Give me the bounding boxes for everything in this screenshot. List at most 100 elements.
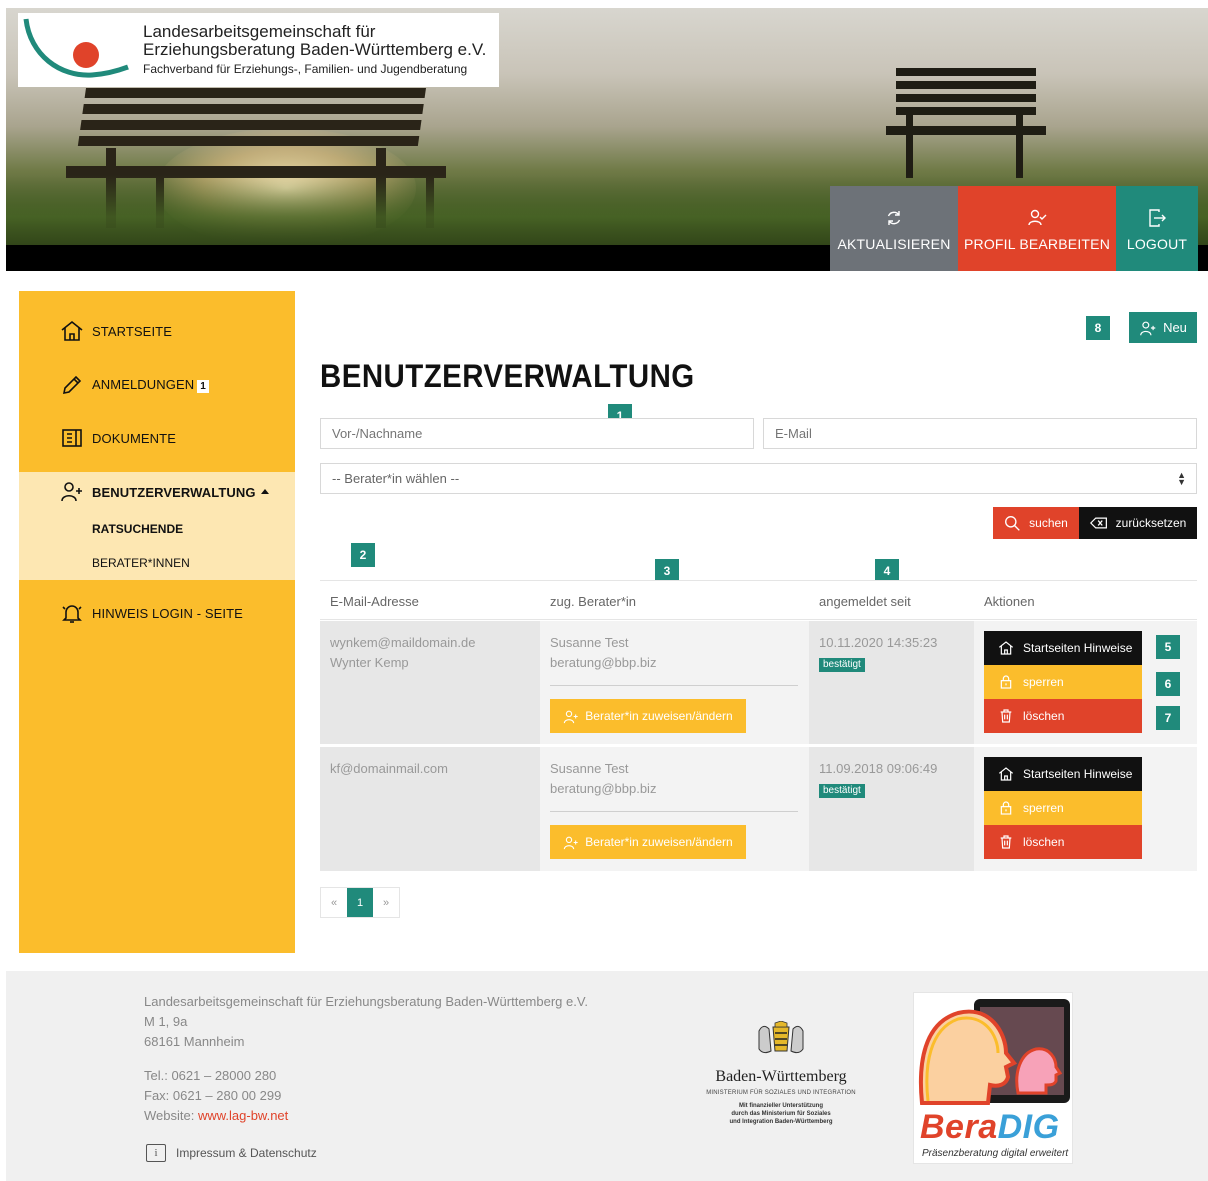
refresh-button[interactable]: AKTUALISIEREN [830, 186, 958, 271]
annotation-tag-2: 2 [351, 543, 375, 567]
document-icon [62, 429, 82, 447]
berater-email: beratung@bbp.biz [550, 655, 657, 670]
beradig-tagline: Präsenzberatung digital erweitert [922, 1148, 1069, 1159]
table-row-email-cell: kf@domainmail.com [320, 747, 540, 871]
startseiten-hinweise-button[interactable]: Startseiten Hinweise [984, 631, 1142, 665]
sidebar-item-hinweis-login[interactable]: HINWEIS LOGIN - SEITE [19, 593, 295, 633]
lock-icon [1000, 801, 1012, 815]
name-search-input[interactable] [320, 418, 754, 449]
delete-user-button[interactable]: löschen [984, 699, 1142, 733]
berater-select[interactable]: -- Berater*in wählen -- ▲ ▼ [320, 463, 1197, 494]
select-arrows-icon: ▲ ▼ [1177, 470, 1186, 487]
impressum-link[interactable]: i Impressum & Datenschutz [146, 1144, 317, 1162]
sidebar-item-label: DOKUMENTE [92, 430, 176, 446]
registered-date: 11.09.2018 09:06:49 [819, 761, 938, 776]
status-badge: bestätigt [819, 658, 865, 672]
lock-user-button[interactable]: sperren [984, 665, 1142, 699]
page-title: BENUTZERVERWALTUNG [320, 358, 695, 394]
pagination-next[interactable]: » [373, 888, 399, 917]
logo-title-line1: Landesarbeitsgemeinschaft für [143, 22, 376, 41]
edit-profile-label: PROFIL BEARBEITEN [963, 236, 1111, 252]
pagination-page-1[interactable]: 1 [347, 888, 373, 917]
refresh-icon [887, 211, 901, 225]
lock-icon [1000, 675, 1012, 689]
footer-tel: Tel.: 0621 – 28000 280 [144, 1068, 277, 1083]
trash-icon [1000, 709, 1012, 723]
sidebar-subitem-ratsuchende[interactable]: RATSUCHENDE [92, 522, 183, 536]
logout-button[interactable]: LOGOUT [1116, 186, 1198, 271]
logo-title-line2: Erziehungsberatung Baden-Württemberg e.V… [143, 40, 487, 59]
search-button[interactable]: suchen [993, 507, 1079, 539]
sidebar-submenu: BENUTZERVERWALTUNG RATSUCHENDE BERATER*I… [19, 472, 295, 580]
user-email: kf@domainmail.com [330, 761, 448, 776]
reset-label: zurücksetzen [1115, 516, 1187, 530]
logout-label: LOGOUT [1126, 236, 1188, 252]
action-label: Startseiten Hinweise [1023, 641, 1133, 655]
action-label: löschen [1023, 709, 1065, 723]
bw-crest-icon [758, 1020, 804, 1054]
annotation-tag-5: 5 [1156, 635, 1180, 659]
lag-logo[interactable]: Landesarbeitsgemeinschaft für Erziehungs… [18, 13, 499, 87]
bw-support-line1: Mit finanzieller Unterstützung [739, 1103, 823, 1109]
sidebar-item-label: ANMELDUNGEN [92, 377, 195, 393]
sidebar-item-anmeldungen[interactable]: ANMELDUNGEN 1 [19, 365, 295, 405]
sidebar-item-label: STARTSEITE [92, 323, 172, 339]
collapse-caret-icon[interactable] [261, 489, 269, 494]
berater-email: beratung@bbp.biz [550, 781, 657, 796]
sidebar-item-label: HINWEIS LOGIN - SEITE [92, 605, 243, 621]
bw-ministry-logo: Baden-Württemberg MINISTERIUM FÜR SOZIAL… [696, 1020, 866, 1141]
backspace-icon [1089, 517, 1107, 529]
info-icon: i [146, 1144, 166, 1162]
sidebar: STARTSEITE ANMELDUNGEN 1 DOKUMENTE BENUTZ… [19, 291, 295, 953]
footer-fax: Fax: 0621 – 280 00 299 [144, 1088, 282, 1103]
lock-user-button[interactable]: sperren [984, 791, 1142, 825]
table-row-berater-cell: Susanne Test beratung@bbp.biz Berater*in… [540, 747, 809, 871]
cell-divider [550, 685, 798, 686]
footer-website-link[interactable]: www.lag-bw.net [198, 1108, 288, 1123]
lag-logo-icon [23, 18, 129, 78]
search-icon [1005, 515, 1020, 531]
trash-icon [1000, 835, 1012, 849]
column-header-actions: Aktionen [974, 580, 1197, 620]
action-label: sperren [1023, 675, 1064, 689]
email-search-input[interactable] [763, 418, 1197, 449]
beradig-dig: DIG [997, 1108, 1060, 1146]
bw-support-line3: und Integration Baden-Württemberg [729, 1119, 833, 1125]
edit-profile-button[interactable]: PROFIL BEARBEITEN [958, 186, 1116, 271]
user-email: wynkem@maildomain.de [330, 635, 476, 650]
column-header-berater: zug. Berater*in [540, 580, 809, 620]
user-plus-icon [564, 710, 578, 723]
assign-label: Berater*in zuweisen/ändern [585, 709, 733, 723]
sidebar-item-dokumente[interactable]: DOKUMENTE [19, 418, 295, 458]
home-icon [998, 641, 1014, 655]
count-badge: 1 [197, 379, 209, 393]
pencil-icon [62, 375, 82, 395]
bell-icon [62, 605, 82, 623]
pagination: « 1 » [320, 887, 400, 918]
berater-name: Susanne Test [550, 635, 629, 650]
action-label: löschen [1023, 835, 1065, 849]
assign-label: Berater*in zuweisen/ändern [585, 835, 733, 849]
column-header-email: E-Mail-Adresse [320, 580, 540, 620]
delete-user-button[interactable]: löschen [984, 825, 1142, 859]
footer-website: Website: www.lag-bw.net [144, 1106, 288, 1126]
table-row-berater-cell: Susanne Test beratung@bbp.biz Berater*in… [540, 621, 809, 744]
footer-website-label: Website: [144, 1108, 198, 1123]
status-badge: bestätigt [819, 784, 865, 798]
sidebar-subitem-berater[interactable]: BERATER*INNEN [92, 556, 190, 570]
table-row-actions-cell: Startseiten Hinweise sperren löschen [974, 747, 1197, 871]
reset-button[interactable]: zurücksetzen [1079, 507, 1197, 539]
user-check-icon [1028, 209, 1047, 226]
bw-name: Baden-Württemberg [715, 1068, 847, 1085]
beradig-logo: BeraDIG Präsenzberatung digital erweiter… [913, 992, 1073, 1164]
new-user-button[interactable]: Neu [1129, 312, 1197, 343]
registered-date: 10.11.2020 14:35:23 [819, 635, 938, 650]
pagination-prev[interactable]: « [321, 888, 347, 917]
sidebar-item-benutzerverwaltung[interactable]: BENUTZERVERWALTUNG [19, 472, 295, 512]
logout-icon [1149, 209, 1166, 227]
startseiten-hinweise-button[interactable]: Startseiten Hinweise [984, 757, 1142, 791]
assign-berater-button[interactable]: Berater*in zuweisen/ändern [550, 825, 746, 859]
sidebar-item-startseite[interactable]: STARTSEITE [19, 311, 295, 351]
assign-berater-button[interactable]: Berater*in zuweisen/ändern [550, 699, 746, 733]
bw-ministry: MINISTERIUM FÜR SOZIALES UND INTEGRATION [706, 1090, 856, 1096]
